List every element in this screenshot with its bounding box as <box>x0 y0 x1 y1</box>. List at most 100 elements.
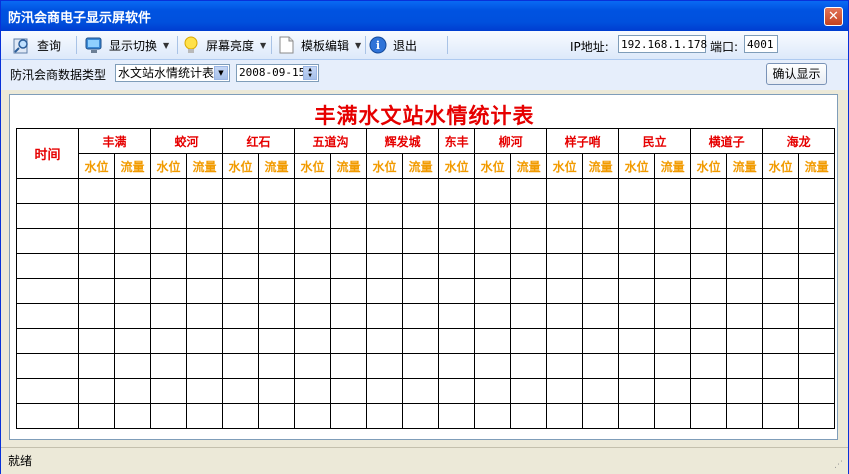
table-cell <box>546 253 584 279</box>
toolbar-divider <box>76 36 77 54</box>
table-cell <box>690 403 728 429</box>
table-cell <box>222 403 260 429</box>
table-cell <box>762 203 800 229</box>
table-row <box>16 403 836 429</box>
table-cell <box>258 353 296 379</box>
table-cell <box>546 278 584 304</box>
window-title: 防汛会商电子显示屏软件 <box>8 11 152 26</box>
subheader-row: 水位 流量 水位 流量 水位 流量 水位 流量 水位 流量 水位 水位 流量 水位 流量 水位 流量 水位 流量 水位… <box>17 153 836 179</box>
brightness-button[interactable]: 屏幕亮度 ▼ <box>182 34 266 56</box>
table-cell <box>726 378 764 404</box>
document-icon <box>277 36 295 54</box>
table-cell <box>690 278 728 304</box>
table-cell <box>798 278 836 304</box>
table-row <box>16 178 836 204</box>
table-cell <box>150 253 188 279</box>
table-cell <box>330 278 368 304</box>
measure-header: 水位 <box>150 153 188 179</box>
table-cell <box>330 203 368 229</box>
table-cell <box>474 253 512 279</box>
measure-header: 水位 <box>78 153 115 179</box>
station-header: 蛟河 <box>150 128 224 154</box>
table-cell <box>366 278 404 304</box>
query-button[interactable]: 查询 <box>13 34 61 56</box>
table-cell <box>330 328 368 354</box>
table-cell <box>402 253 440 279</box>
table-cell <box>546 403 584 429</box>
table-cell <box>438 403 476 429</box>
table-cell <box>402 278 440 304</box>
template-edit-button[interactable]: 模板编辑 ▼ <box>277 34 361 56</box>
table-cell <box>16 178 79 204</box>
table-cell <box>654 278 692 304</box>
table-cell <box>654 328 692 354</box>
confirm-display-button[interactable]: 确认显示 <box>766 63 827 85</box>
table-cell <box>510 178 548 204</box>
table-cell <box>726 253 764 279</box>
table-cell <box>258 253 296 279</box>
table-cell <box>582 353 620 379</box>
table-cell <box>294 303 332 329</box>
station-header: 辉发城 <box>366 128 440 154</box>
exit-button[interactable]: i 退出 <box>369 34 417 56</box>
table-cell <box>330 228 368 254</box>
table-cell <box>113 403 152 429</box>
measure-header: 流量 <box>510 153 548 179</box>
table-cell <box>294 203 332 229</box>
table-cell <box>366 253 404 279</box>
table-cell <box>16 328 79 354</box>
table-cell <box>78 203 115 229</box>
table-row <box>16 303 836 329</box>
display-switch-button[interactable]: 显示切换 ▼ <box>85 34 169 56</box>
table-cell <box>546 203 584 229</box>
close-button[interactable]: ✕ <box>824 7 843 26</box>
monitor-icon <box>85 36 103 54</box>
port-input[interactable]: 4001 <box>744 35 778 53</box>
table-cell <box>438 353 476 379</box>
table-cell <box>113 278 152 304</box>
toolbar-divider <box>271 36 272 54</box>
table-cell <box>330 303 368 329</box>
table-cell <box>222 303 260 329</box>
table-cell <box>366 203 404 229</box>
table-cell <box>186 303 224 329</box>
table-cell <box>78 303 115 329</box>
toolbar-divider <box>177 36 178 54</box>
table-cell <box>294 278 332 304</box>
table-cell <box>690 178 728 204</box>
table-cell <box>762 303 800 329</box>
table-cell <box>78 403 115 429</box>
measure-header: 水位 <box>762 153 800 179</box>
table-cell <box>762 353 800 379</box>
table-cell <box>726 353 764 379</box>
table-cell <box>150 303 188 329</box>
chevron-down-icon[interactable]: ▼ <box>214 66 228 80</box>
table-cell <box>258 328 296 354</box>
table-cell <box>366 228 404 254</box>
measure-header: 流量 <box>798 153 836 179</box>
table-cell <box>582 278 620 304</box>
table-cell <box>186 403 224 429</box>
table-cell <box>654 228 692 254</box>
table-cell <box>366 378 404 404</box>
table-cell <box>113 378 152 404</box>
measure-header: 水位 <box>474 153 512 179</box>
table-title: 丰满水文站水情统计表 <box>314 103 535 128</box>
table-cell <box>402 178 440 204</box>
table-cell <box>474 228 512 254</box>
chevron-down-icon: ▼ <box>355 40 362 50</box>
title-bar[interactable]: 防汛会商电子显示屏软件 ✕ <box>1 1 848 31</box>
table-cell <box>762 253 800 279</box>
data-type-label: 防汛会商数据类型 <box>10 68 107 82</box>
table-cell <box>222 178 260 204</box>
table-cell <box>78 328 115 354</box>
resize-grip-icon[interactable]: ⋰ <box>834 460 846 472</box>
table-cell <box>294 378 332 404</box>
ip-address-input[interactable]: 192.168.1.178 <box>618 35 707 53</box>
table-cell <box>762 228 800 254</box>
table-cell <box>78 278 115 304</box>
spinner-icon[interactable]: ▲ ▼ <box>303 66 317 80</box>
table-cell <box>618 253 656 279</box>
date-picker[interactable]: 2008-09-15 ▲ ▼ <box>236 64 319 82</box>
data-type-select[interactable]: 水文站水情统计表 ▼ <box>115 64 230 82</box>
